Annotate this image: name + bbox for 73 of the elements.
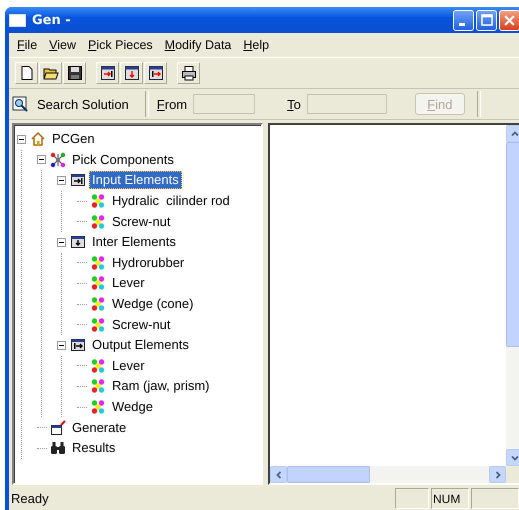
blank-page-icon	[18, 65, 34, 81]
tree-item[interactable]: Pick Components	[69, 150, 177, 169]
input-window-button[interactable]	[96, 62, 119, 84]
dots-icon	[90, 378, 106, 394]
tree-item[interactable]: Input Elements	[89, 171, 182, 190]
to-label: To	[287, 96, 301, 112]
tree-item[interactable]: Generate	[69, 418, 130, 437]
maximize-icon	[480, 14, 492, 26]
menu-item[interactable]: Help	[237, 36, 276, 54]
search-icon	[12, 96, 28, 112]
tree-item[interactable]: Screw-nut	[109, 316, 174, 334]
window-title: Gen -	[32, 12, 71, 28]
scroll-right-button[interactable]	[489, 466, 506, 483]
horizontal-scrollbar[interactable]	[270, 466, 506, 483]
tree-item[interactable]: Inter Elements	[89, 233, 179, 252]
from-label: From	[156, 96, 188, 112]
status-panel	[395, 488, 429, 509]
printer-icon	[180, 65, 196, 81]
status-panel	[471, 488, 519, 509]
tree-item[interactable]: Wedge	[109, 398, 156, 416]
minimize-button[interactable]	[453, 10, 474, 30]
scrollbar-corner	[506, 466, 519, 483]
dots-icon	[90, 358, 106, 374]
collapse-box[interactable]	[57, 176, 66, 185]
collapse-box[interactable]	[57, 238, 66, 247]
maximize-button[interactable]	[476, 10, 497, 30]
close-button[interactable]	[499, 10, 519, 30]
tree-item[interactable]: Ram (jaw, prism)	[109, 377, 213, 396]
tree-item[interactable]: Lever	[109, 274, 148, 292]
tree-item[interactable]: PCGen	[49, 130, 98, 148]
vertical-scrollbar[interactable]	[506, 125, 519, 466]
tree-item[interactable]: Hydralic cilinder rod	[109, 192, 233, 210]
collapse-box[interactable]	[57, 340, 66, 350]
print-button[interactable]	[177, 62, 200, 84]
menu-item[interactable]: Pick Pieces	[82, 36, 159, 54]
collapse-box[interactable]	[37, 155, 46, 164]
tree-item[interactable]: Results	[69, 439, 118, 458]
dots-icon	[90, 193, 106, 210]
close-icon	[504, 14, 515, 26]
output-window-button[interactable]	[144, 62, 167, 84]
window-icon	[9, 14, 26, 26]
scroll-down-button[interactable]	[506, 449, 519, 466]
dots-icon	[90, 214, 106, 230]
dots-icon	[90, 254, 106, 271]
new-file-button[interactable]	[15, 62, 38, 84]
tree-item[interactable]: Wedge (cone)	[109, 295, 196, 314]
window-spark-icon	[50, 420, 66, 436]
dots-icon	[90, 399, 106, 416]
dots-icon	[90, 275, 106, 292]
tree-item[interactable]: Hydrorubber	[109, 254, 188, 272]
scroll-up-button[interactable]	[506, 125, 519, 142]
open-folder-button[interactable]	[39, 62, 62, 84]
minimize-icon	[458, 22, 464, 26]
binoculars-icon	[50, 440, 66, 456]
house-icon	[30, 131, 46, 148]
tree-item[interactable]: Output Elements	[89, 336, 192, 354]
tree-item[interactable]: Screw-nut	[109, 212, 174, 231]
menu-item[interactable]: View	[43, 36, 82, 54]
molecule-icon	[50, 152, 66, 168]
collapse-box[interactable]	[17, 134, 26, 144]
scroll-thumb[interactable]	[506, 142, 519, 347]
status-message: Ready	[10, 490, 50, 508]
dots-icon	[90, 316, 106, 333]
menu-item[interactable]: File	[11, 36, 44, 54]
menu-item[interactable]: Modify Data	[158, 36, 238, 54]
inter-window-button[interactable]	[120, 62, 143, 84]
scroll-left-button[interactable]	[270, 466, 287, 483]
scroll-thumb[interactable]	[287, 466, 370, 483]
save-button[interactable]	[63, 62, 86, 84]
tree-item[interactable]: Lever	[109, 356, 148, 375]
dots-icon	[90, 296, 106, 312]
search-solution-label: Search Solution	[37, 96, 129, 112]
num-lock-indicator: NUM	[431, 488, 469, 509]
